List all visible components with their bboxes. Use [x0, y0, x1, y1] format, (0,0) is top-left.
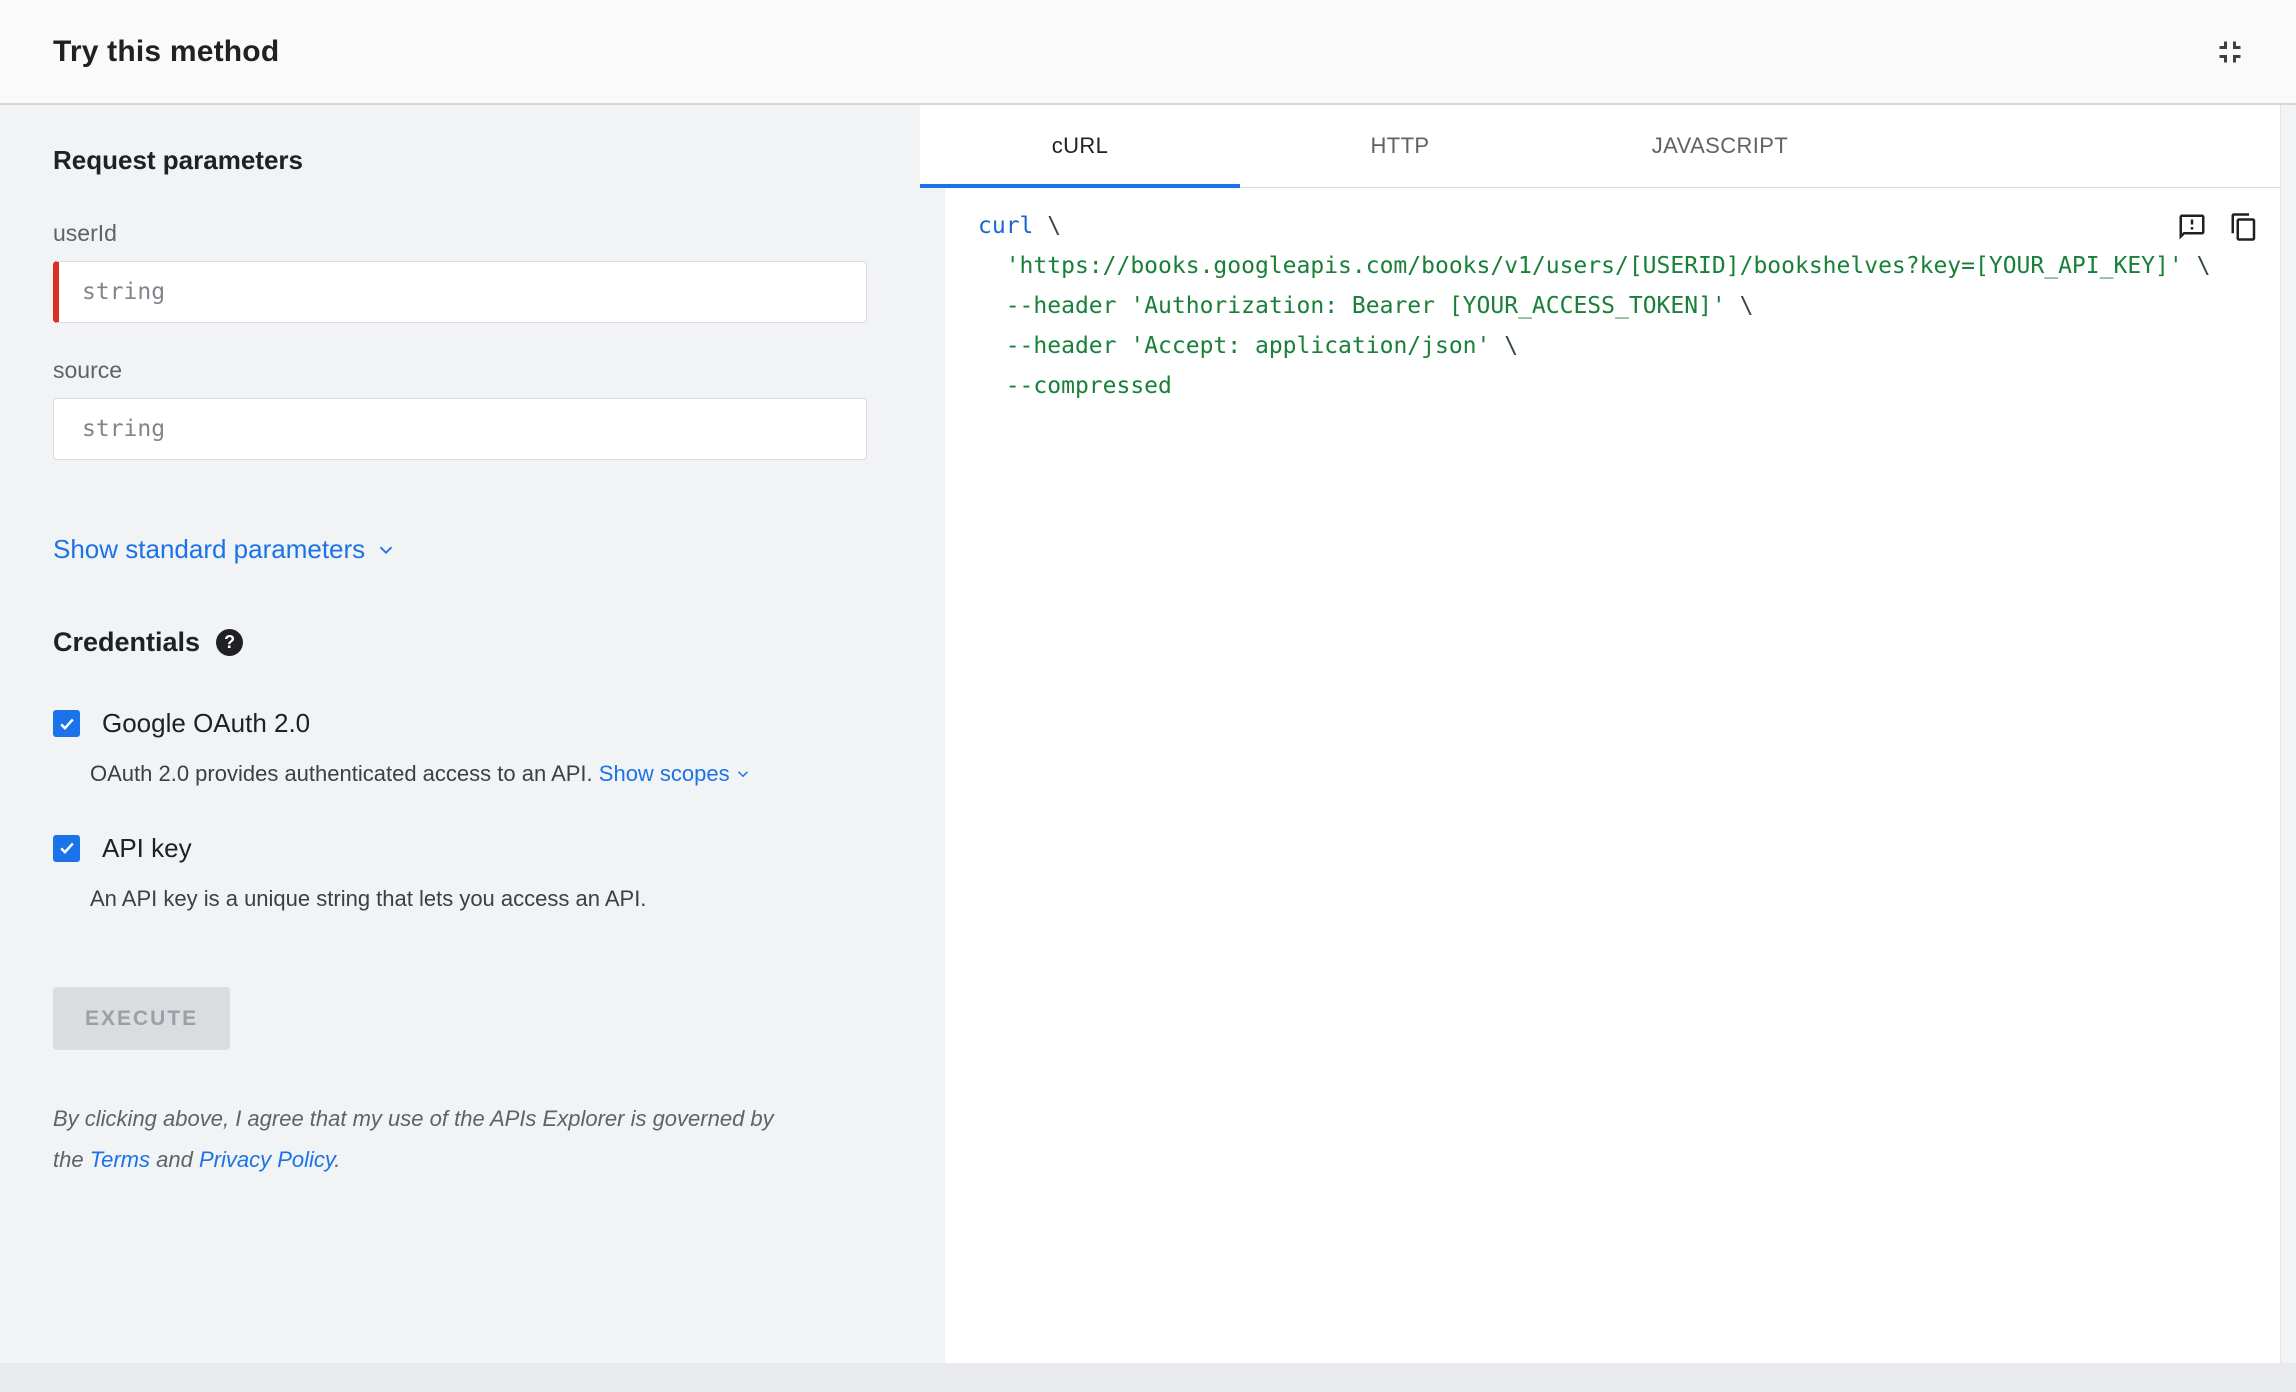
- code-line: curl \: [978, 206, 2101, 246]
- code-line: --compressed: [978, 366, 2101, 406]
- param-label-source: source: [53, 357, 123, 383]
- disclaimer: By clicking above, I agree that my use o…: [53, 1098, 867, 1180]
- code-language-tabs: cURL HTTP JAVASCRIPT: [920, 105, 2281, 188]
- code-token: 'Accept: application/json': [1130, 333, 1491, 359]
- code-token: \: [1725, 293, 1754, 319]
- api-key-checkbox[interactable]: [53, 834, 80, 862]
- help-icon[interactable]: ?: [216, 629, 244, 656]
- oauth-label: Google OAuth 2.0: [102, 708, 311, 738]
- page-title: Try this method: [53, 34, 280, 68]
- privacy-policy-link[interactable]: Privacy Policy: [199, 1147, 334, 1172]
- param-label-userid: userId: [53, 220, 117, 246]
- code-actions: [2177, 212, 2259, 242]
- tab-http[interactable]: HTTP: [1240, 105, 1560, 187]
- disclaimer-post: .: [334, 1147, 341, 1173]
- oauth-description-text: OAuth 2.0 provides authenticated access …: [90, 761, 593, 786]
- disclaimer-line2-pre: the: [53, 1147, 90, 1173]
- credentials-heading: Credentials ?: [53, 627, 867, 658]
- api-key-row: API key: [53, 833, 867, 864]
- copy-icon[interactable]: [2229, 212, 2259, 242]
- code-token: 'Authorization: Bearer [YOUR_ACCESS_TOKE…: [1130, 293, 1726, 319]
- checkmark-icon: [59, 842, 74, 855]
- tab-javascript[interactable]: JAVASCRIPT: [1560, 105, 1880, 187]
- disclaimer-line1: By clicking above, I agree that my use o…: [53, 1106, 774, 1132]
- tab-curl[interactable]: cURL: [920, 105, 1240, 188]
- checkmark-icon: [59, 718, 74, 730]
- code-area: curl \ 'https://books.googleapis.com/boo…: [945, 188, 2281, 1363]
- code-line: --header 'Accept: application/json' \: [978, 326, 2101, 366]
- dialog-content: Request parameters userId source Show st…: [0, 105, 2296, 1363]
- credentials-heading-label: Credentials: [53, 627, 201, 657]
- chevron-down-icon: [734, 765, 752, 783]
- code-token: curl: [978, 213, 1034, 239]
- code-token: \: [2182, 253, 2211, 279]
- oauth-checkbox[interactable]: [53, 710, 80, 737]
- code-token: --compressed: [1005, 373, 1172, 399]
- feedback-icon[interactable]: [2177, 212, 2207, 242]
- chevron-down-icon: [375, 539, 397, 561]
- show-scopes-label: Show scopes: [598, 761, 730, 786]
- api-key-description: An API key is a unique string that lets …: [90, 885, 647, 911]
- execute-button[interactable]: EXECUTE: [53, 987, 231, 1051]
- code-line: --header 'Authorization: Bearer [YOUR_AC…: [978, 286, 2101, 326]
- disclaimer-mid: and: [150, 1147, 199, 1173]
- request-parameters-heading: Request parameters: [53, 145, 303, 175]
- dialog-header: Try this method: [0, 0, 2296, 105]
- code-token: --header: [1005, 293, 1117, 319]
- code-token: \: [1490, 333, 1519, 359]
- show-scopes-link[interactable]: Show scopes: [599, 759, 752, 789]
- show-standard-parameters-link[interactable]: Show standard parameters: [53, 534, 397, 565]
- code-token: --header: [1005, 333, 1117, 359]
- code-block: curl \ 'https://books.googleapis.com/boo…: [945, 188, 2281, 406]
- show-standard-parameters-label: Show standard parameters: [53, 534, 366, 564]
- param-input-userid[interactable]: [53, 261, 867, 323]
- param-input-source[interactable]: [53, 398, 867, 460]
- code-sample-panel: cURL HTTP JAVASCRIPT curl \ 'https://boo…: [920, 105, 2281, 1363]
- code-line: 'https://books.googleapis.com/books/v1/u…: [978, 246, 2211, 286]
- code-token: \: [1033, 213, 1062, 239]
- request-panel: Request parameters userId source Show st…: [0, 105, 920, 1363]
- oauth-row: Google OAuth 2.0: [53, 708, 867, 739]
- oauth-description: OAuth 2.0 provides authenticated access …: [90, 759, 867, 789]
- fullscreen-exit-icon[interactable]: [2212, 34, 2248, 70]
- horizontal-scrollbar[interactable]: [0, 1363, 2296, 1392]
- vertical-scrollbar[interactable]: [2280, 105, 2296, 1363]
- param-field-userid: userId: [53, 220, 867, 323]
- api-key-label: API key: [102, 832, 192, 863]
- terms-link[interactable]: Terms: [90, 1147, 150, 1172]
- param-field-source: source: [53, 357, 867, 460]
- code-token: 'https://books.googleapis.com/books/v1/u…: [1005, 253, 2183, 279]
